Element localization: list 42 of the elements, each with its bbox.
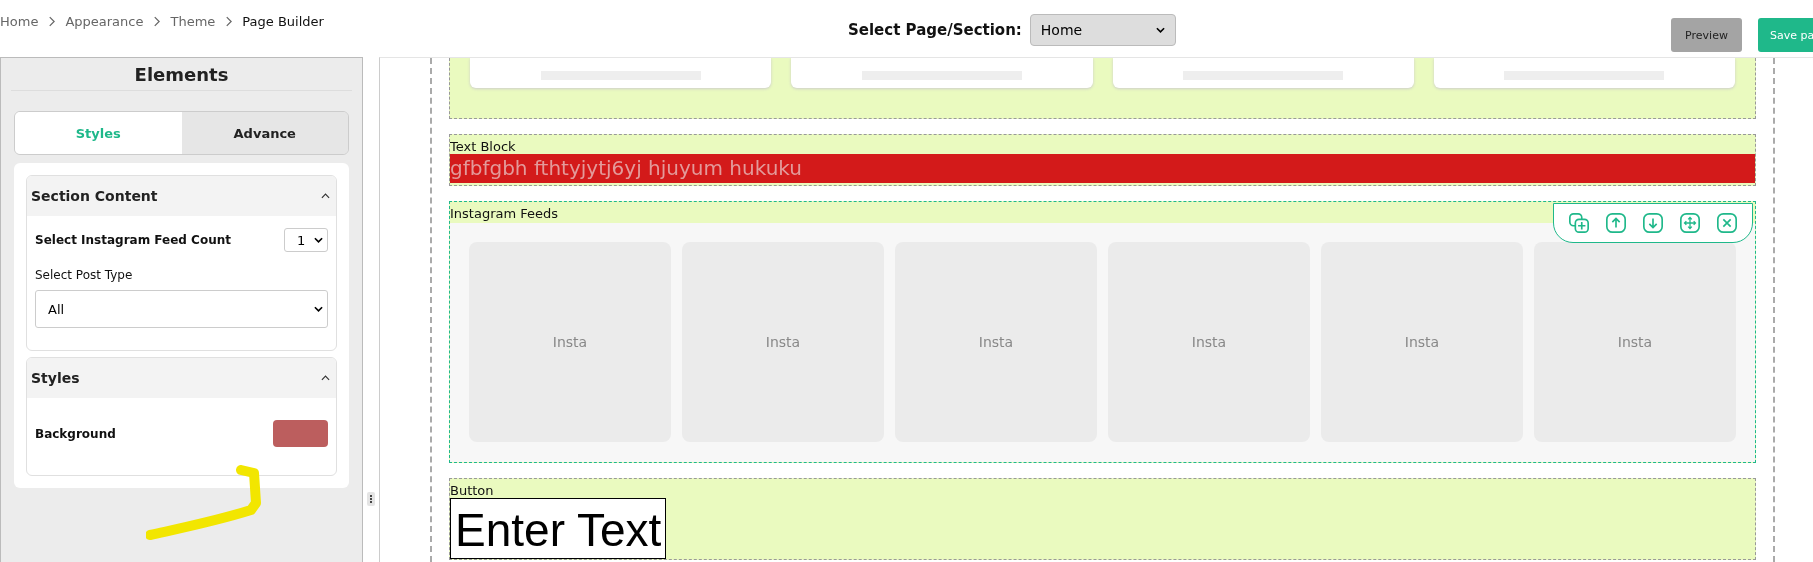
section-label: Button	[450, 482, 495, 498]
breadcrumb-link[interactable]: Page Builder	[242, 14, 324, 29]
arrow-down-icon[interactable]	[1642, 212, 1664, 234]
instagram-tile: Insta	[1108, 242, 1310, 442]
breadcrumb-link[interactable]: Appearance	[65, 14, 144, 29]
instagram-tile: Insta	[469, 242, 671, 442]
caret-icon	[321, 375, 330, 381]
instagram-tile: Insta	[1321, 242, 1523, 442]
breadcrumb-link[interactable]: Theme	[170, 14, 216, 29]
field-label: Select Post Type	[35, 268, 134, 282]
count-select[interactable]: 1	[284, 228, 328, 252]
post-type-select[interactable]: All	[35, 290, 328, 328]
sidebar-title: Elements	[11, 58, 352, 91]
chevron-icon	[225, 16, 233, 27]
resize-handle-icon[interactable]	[367, 492, 375, 506]
page-select[interactable]: Home	[1029, 14, 1176, 46]
caret-icon	[321, 193, 330, 199]
page-select-label: Select Page/Section:	[848, 21, 1022, 39]
tab[interactable]: Advance	[181, 112, 348, 154]
field-label: Select Instagram Feed Count	[35, 233, 231, 247]
instagram-tile: Insta	[895, 242, 1097, 442]
page-section[interactable]: Instagram Feeds Insta Insta Insta Insta Insta Insta	[449, 201, 1756, 463]
instagram-tile: Insta	[682, 242, 884, 442]
preview-button[interactable]: Preview	[1671, 18, 1742, 52]
chevron-icon	[153, 16, 161, 27]
section-label: Text Block	[450, 138, 517, 154]
page-section[interactable]: Text Block gfbfgbh fthtyjytj6yj hjuyum hukuku	[449, 134, 1756, 186]
section-label: Instagram Feeds	[450, 205, 560, 221]
breadcrumb-link[interactable]: Home	[0, 14, 39, 29]
move-icon[interactable]	[1679, 212, 1701, 234]
chevron-icon	[48, 16, 56, 27]
field-label: Background	[35, 426, 116, 441]
text-block: gfbfgbh fthtyjytj6yj hjuyum hukuku	[450, 154, 1755, 183]
duplicate-icon[interactable]	[1568, 212, 1590, 234]
color-swatch[interactable]	[273, 420, 328, 447]
accordion-header[interactable]: Styles	[27, 358, 336, 398]
button-text-field[interactable]: Enter Text	[450, 498, 667, 560]
instagram-tile: Insta	[1534, 242, 1736, 442]
arrow-up-icon[interactable]	[1605, 212, 1627, 234]
accordion-header[interactable]: Section Content	[27, 176, 336, 216]
close-icon[interactable]	[1716, 212, 1738, 234]
page-section[interactable]: Button Enter Text	[449, 478, 1756, 561]
